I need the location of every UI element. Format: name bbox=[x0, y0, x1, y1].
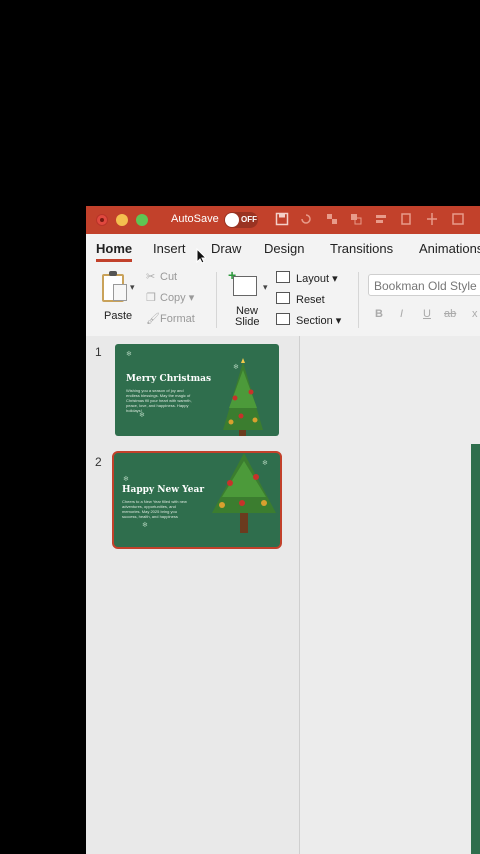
group-icon[interactable] bbox=[424, 212, 440, 228]
format-painter-button[interactable]: 🖌Format bbox=[146, 312, 195, 325]
tab-home[interactable]: Home bbox=[96, 241, 133, 262]
slide-body: Cheers to a New Year filled with new adv… bbox=[122, 499, 187, 519]
reset-button[interactable]: Reset bbox=[276, 292, 325, 306]
chevron-down-icon[interactable]: ▾ bbox=[130, 282, 135, 293]
new-slide-label: New Slide bbox=[235, 305, 260, 328]
font-name-field[interactable]: Bookman Old Style bbox=[368, 274, 480, 296]
redo-icon[interactable] bbox=[324, 212, 340, 228]
distribute-icon[interactable] bbox=[398, 212, 414, 228]
align-icon[interactable] bbox=[373, 212, 389, 228]
slide-number: 1 bbox=[95, 345, 102, 359]
section-button[interactable]: Section ▾ bbox=[276, 313, 341, 327]
snowflake-icon: ❄ bbox=[142, 522, 148, 529]
save-icon[interactable] bbox=[274, 212, 290, 228]
paste-button[interactable]: ▾ Paste bbox=[94, 270, 144, 330]
slide-canvas[interactable] bbox=[471, 444, 480, 854]
layout-icon bbox=[276, 271, 290, 283]
christmas-tree-icon bbox=[223, 358, 263, 436]
new-slide-icon bbox=[228, 267, 257, 296]
ribbon-toolbar: ▾ Paste ✂ Cut ❐ Copy ▾ 🖌Format ▾ New Slide… bbox=[86, 264, 480, 337]
minimize-window-button[interactable] bbox=[116, 214, 128, 226]
reset-label: Reset bbox=[296, 294, 325, 306]
tab-draw[interactable]: Draw bbox=[211, 241, 241, 256]
undo-icon[interactable] bbox=[298, 212, 314, 228]
arrange-icon[interactable] bbox=[348, 212, 364, 228]
copy-icon: ❐ bbox=[146, 292, 156, 304]
autosave-toggle[interactable]: OFF bbox=[224, 212, 258, 228]
tab-design[interactable]: Design bbox=[264, 241, 304, 256]
ribbon-tabs: Home Insert Draw Design Transitions Anim… bbox=[86, 234, 480, 264]
tab-transitions[interactable]: Transitions bbox=[330, 241, 393, 256]
copy-label: Copy bbox=[160, 292, 186, 304]
chevron-down-icon: ▾ bbox=[332, 273, 338, 285]
underline-button[interactable]: U bbox=[423, 308, 431, 320]
subscript-button[interactable]: x bbox=[472, 308, 478, 320]
slide-title: Happy New Year bbox=[122, 485, 205, 495]
layout-button[interactable]: Layout ▾ bbox=[276, 271, 338, 285]
format-label: Format bbox=[160, 313, 195, 325]
slide-title: Merry Christmas bbox=[126, 374, 212, 384]
powerpoint-window: AutoSave OFF Home Insert Draw Design Tra… bbox=[86, 206, 480, 854]
christmas-tree-icon bbox=[212, 453, 276, 533]
snowflake-icon: ❄ bbox=[123, 476, 129, 483]
zoom-window-button[interactable] bbox=[136, 214, 148, 226]
divider bbox=[358, 272, 359, 328]
snowflake-icon: ❄ bbox=[126, 351, 132, 358]
new-slide-button[interactable]: ▾ New Slide bbox=[228, 267, 273, 330]
scissors-icon: ✂ bbox=[146, 271, 156, 283]
autosave-label: AutoSave bbox=[171, 213, 219, 225]
slide-thumbnail-1[interactable]: ❄ ❄ ❄ Merry Christmas Wishing you a seas… bbox=[115, 344, 279, 436]
chevron-down-icon: ▾ bbox=[335, 315, 342, 327]
divider bbox=[216, 272, 217, 328]
slide-thumbnail-2[interactable]: ❄ ❄ ❄ Happy New Year Cheers to a New Yea… bbox=[112, 451, 282, 549]
clipboard-icon bbox=[102, 271, 127, 302]
tab-animations[interactable]: Animations bbox=[419, 241, 480, 256]
slide-number: 2 bbox=[95, 455, 102, 469]
slide-thumbnail-pane: 1 ❄ ❄ ❄ Merry Christmas Wishing you a se… bbox=[86, 336, 300, 854]
cut-label: Cut bbox=[160, 271, 178, 283]
layout-label: Layout bbox=[296, 273, 330, 285]
close-window-button[interactable] bbox=[96, 214, 108, 226]
chevron-down-icon[interactable]: ▾ bbox=[263, 282, 268, 293]
slide-editor-area[interactable] bbox=[300, 336, 480, 854]
mouse-cursor-icon bbox=[196, 248, 206, 264]
bold-button[interactable]: B bbox=[375, 308, 383, 320]
toggle-knob bbox=[225, 213, 239, 227]
tab-insert[interactable]: Insert bbox=[153, 241, 186, 256]
section-label: Section bbox=[296, 315, 333, 327]
title-bar: AutoSave OFF bbox=[86, 206, 480, 234]
autosave-state: OFF bbox=[241, 215, 257, 224]
more-icon[interactable] bbox=[450, 212, 466, 228]
chevron-down-icon: ▾ bbox=[188, 292, 195, 304]
strikethrough-button[interactable]: ab bbox=[444, 308, 456, 320]
reset-icon bbox=[276, 292, 290, 304]
brush-icon: 🖌 bbox=[146, 313, 160, 325]
section-icon bbox=[276, 313, 290, 325]
italic-button[interactable]: I bbox=[400, 308, 403, 320]
cut-button[interactable]: ✂ Cut bbox=[146, 270, 177, 283]
slide-body: Wishing you a season of joy and endless … bbox=[126, 388, 192, 413]
copy-button[interactable]: ❐ Copy ▾ bbox=[146, 291, 194, 304]
paste-label: Paste bbox=[104, 310, 133, 322]
